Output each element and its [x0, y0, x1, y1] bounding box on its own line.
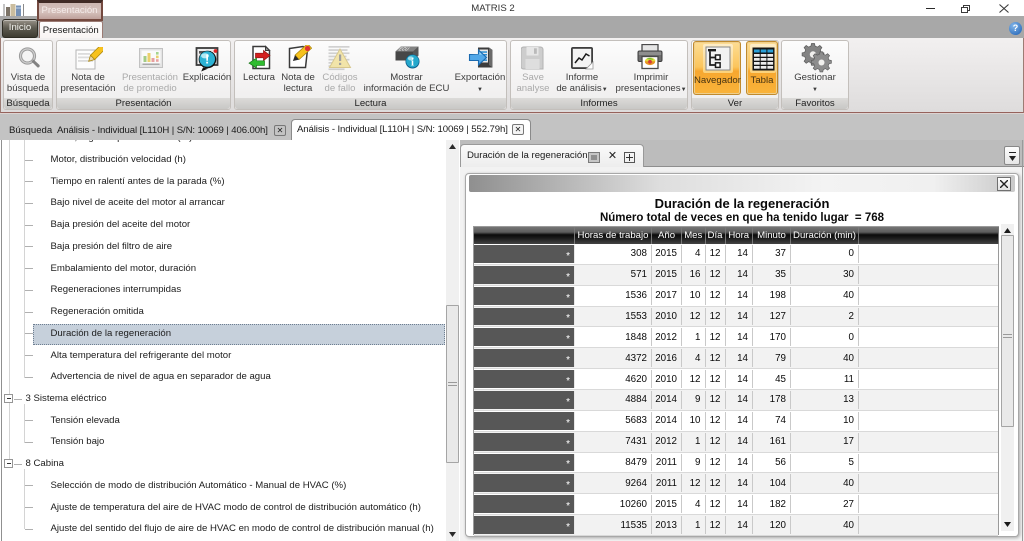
svg-text:!: ! — [205, 52, 209, 67]
svg-text:i: i — [411, 58, 414, 69]
